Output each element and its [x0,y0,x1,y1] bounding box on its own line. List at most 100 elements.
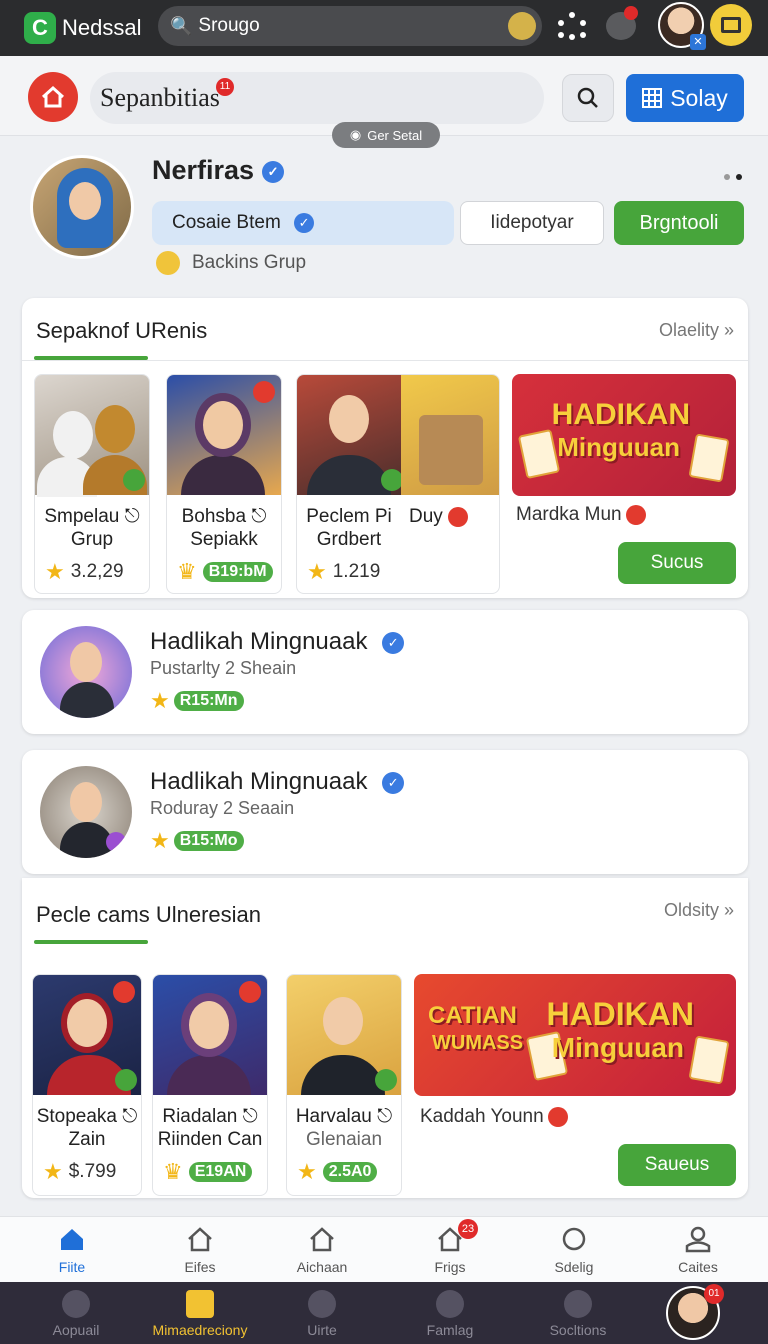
outline-button[interactable]: Iidepotyar [460,201,604,245]
house-icon [186,1225,214,1253]
promo-button[interactable]: Saueus [618,1144,736,1186]
promo-title: Kaddah Younn [420,1106,544,1127]
list-item[interactable]: Hadlikah Mingnuaak ✓ Pustarlty 2 Sheain … [22,610,748,734]
rating-pill: 2.5A0 [322,1162,378,1182]
card-rating: ♛ B19:bM [177,559,273,585]
section-see-all-link[interactable]: Olaelity » [659,320,734,341]
star-icon: ★ [150,828,170,853]
profile-chip[interactable]: Cosaie Btem ✓ [152,201,454,245]
house-icon: 23 [436,1219,478,1253]
pager-dots[interactable] [718,167,742,185]
divider [22,360,748,361]
nav-item-search[interactable]: Aichaan [262,1225,382,1275]
link-icon: ⎋ [251,506,267,527]
search-badge: 11 [216,78,234,96]
nav-label: Sdelig [554,1259,594,1275]
section-underline [34,940,148,944]
nav-label: Eifes [184,1259,216,1275]
user-icon [62,1290,90,1318]
top-search-bar[interactable]: 🔍 Srougo [158,6,542,46]
close-icon[interactable]: ✕ [690,34,706,50]
sys-nav-item[interactable]: Aopuail [6,1290,146,1338]
circle-icon [560,1225,588,1253]
nav-item-home[interactable]: Fiite [12,1225,132,1275]
profile-name: Nerfiras ✓ [152,155,285,186]
sys-nav-item[interactable]: Socltions [508,1290,648,1338]
refresh-icon [381,469,403,491]
rating-value: 1.219 [332,561,381,582]
search-button[interactable] [562,74,614,122]
content-card[interactable]: Peclem Pi Grdbert ★ 1.219 Duy [296,374,500,594]
promo-tag: WUMASS [432,1032,524,1054]
nav-item-flags[interactable]: 23 Frigs [390,1219,510,1275]
app-logo-icon[interactable]: C [24,12,56,44]
list-rating: ★ B15:Mo [150,828,244,854]
list-avatar[interactable] [40,766,132,858]
search-icon: 🔍 [170,15,193,36]
sys-nav-item[interactable]: Famlag [380,1290,520,1338]
list-item[interactable]: Hadlikah Mingnuaak ✓ Roduray 2 Seaain ★ … [22,750,748,874]
main-search-value: Sepanbitias [100,83,220,112]
promo-headline: HADIKAN [546,996,694,1032]
section-card-1: Sepaknof URenis Olaelity » Smpelau ⎋ Gru… [22,298,748,598]
nav-label: Caites [678,1259,718,1275]
content-card[interactable]: Stopeaka ⎋ Zain ★ $.799 [32,974,142,1196]
home-icon [58,1225,86,1253]
profile-avatar[interactable]: 01 [666,1284,724,1340]
promo-banner[interactable]: HADIKAN Minguuan [512,374,736,496]
sys-nav-item-active[interactable]: Mimaedreciony [130,1290,270,1338]
search-icon [577,87,598,108]
person-icon [684,1225,712,1253]
content-card[interactable]: Riadalan ⎋ Riinden Can ♛ E19AN [152,974,268,1196]
content-thumbnail [401,375,499,495]
group-label: Backins Grup [192,252,307,273]
list-title: Hadlikah Mingnuaak ✓ [150,768,405,796]
user-avatar[interactable]: ✕ [658,2,706,50]
list-avatar[interactable] [40,626,132,718]
list-title: Hadlikah Mingnuaak ✓ [150,628,405,656]
link-icon: ⎋ [124,506,140,527]
sys-nav-label: Famlag [426,1322,474,1338]
sys-nav-label: Uirte [307,1322,337,1338]
nav-label: Frigs [434,1259,466,1275]
section-title: Sepaknof URenis [36,318,208,343]
search-person-icon [564,1290,592,1318]
account-icon[interactable] [508,12,536,40]
promo-banner[interactable]: CATIAN WUMASS HADIKAN Minguuan [414,974,736,1096]
nav-item-files[interactable]: Eifes [140,1225,260,1275]
notifications-icon[interactable] [606,6,638,40]
apps-grid-icon[interactable] [558,12,586,40]
star-icon: ★ [307,559,327,584]
list-subtitle: Roduray 2 Seaain [150,798,295,818]
card-rating: ★ 1.219 [307,559,380,585]
tooltip-pill[interactable]: ◉ Ger Setal [332,122,440,148]
card-title-line1: Riadalan [162,1106,238,1127]
check-icon [375,1069,397,1091]
promo-button[interactable]: Sucus [618,542,736,584]
verified-icon: ✓ [382,631,405,654]
card-title-line1: Bohsba [181,506,247,527]
link-icon: ⎋ [122,1106,138,1127]
section-title: Pecle cams Ulneresian [36,902,261,927]
wallet-icon[interactable] [710,4,752,46]
profile-avatar[interactable] [30,155,134,259]
group-row[interactable]: Backins Grup [156,251,306,275]
sys-nav-item[interactable]: Uirte [252,1290,392,1338]
home-button[interactable] [28,72,78,122]
gift-icon [448,506,469,527]
gamepad-icon [436,1290,464,1318]
nav-item-profile[interactable]: Caites [638,1225,758,1275]
primary-action-button[interactable]: Solay [626,74,744,122]
bird-icon [308,1290,336,1318]
content-card[interactable]: Bohsba ⎋ Sepiakk ♛ B19:bM [166,374,282,594]
rating-pill: R15:Mn [173,691,244,711]
content-card[interactable]: Smpelau ⎋ Grup ★ 3.2,29 [34,374,150,594]
card-title-line1: Duy [409,506,443,527]
content-card[interactable]: Harvalau ⎋ Glenaian ★ 2.5A0 [286,974,402,1196]
green-action-button[interactable]: Brgntooli [614,201,744,245]
main-search-input[interactable]: Sepanbitias 11 [90,72,544,124]
section-see-all-link[interactable]: Oldsity » [664,900,734,921]
card-title-line2: Zain [68,1129,106,1150]
nav-item-settings[interactable]: Sdelig [514,1225,634,1275]
promo-subheadline: Minguuan [551,1032,684,1063]
